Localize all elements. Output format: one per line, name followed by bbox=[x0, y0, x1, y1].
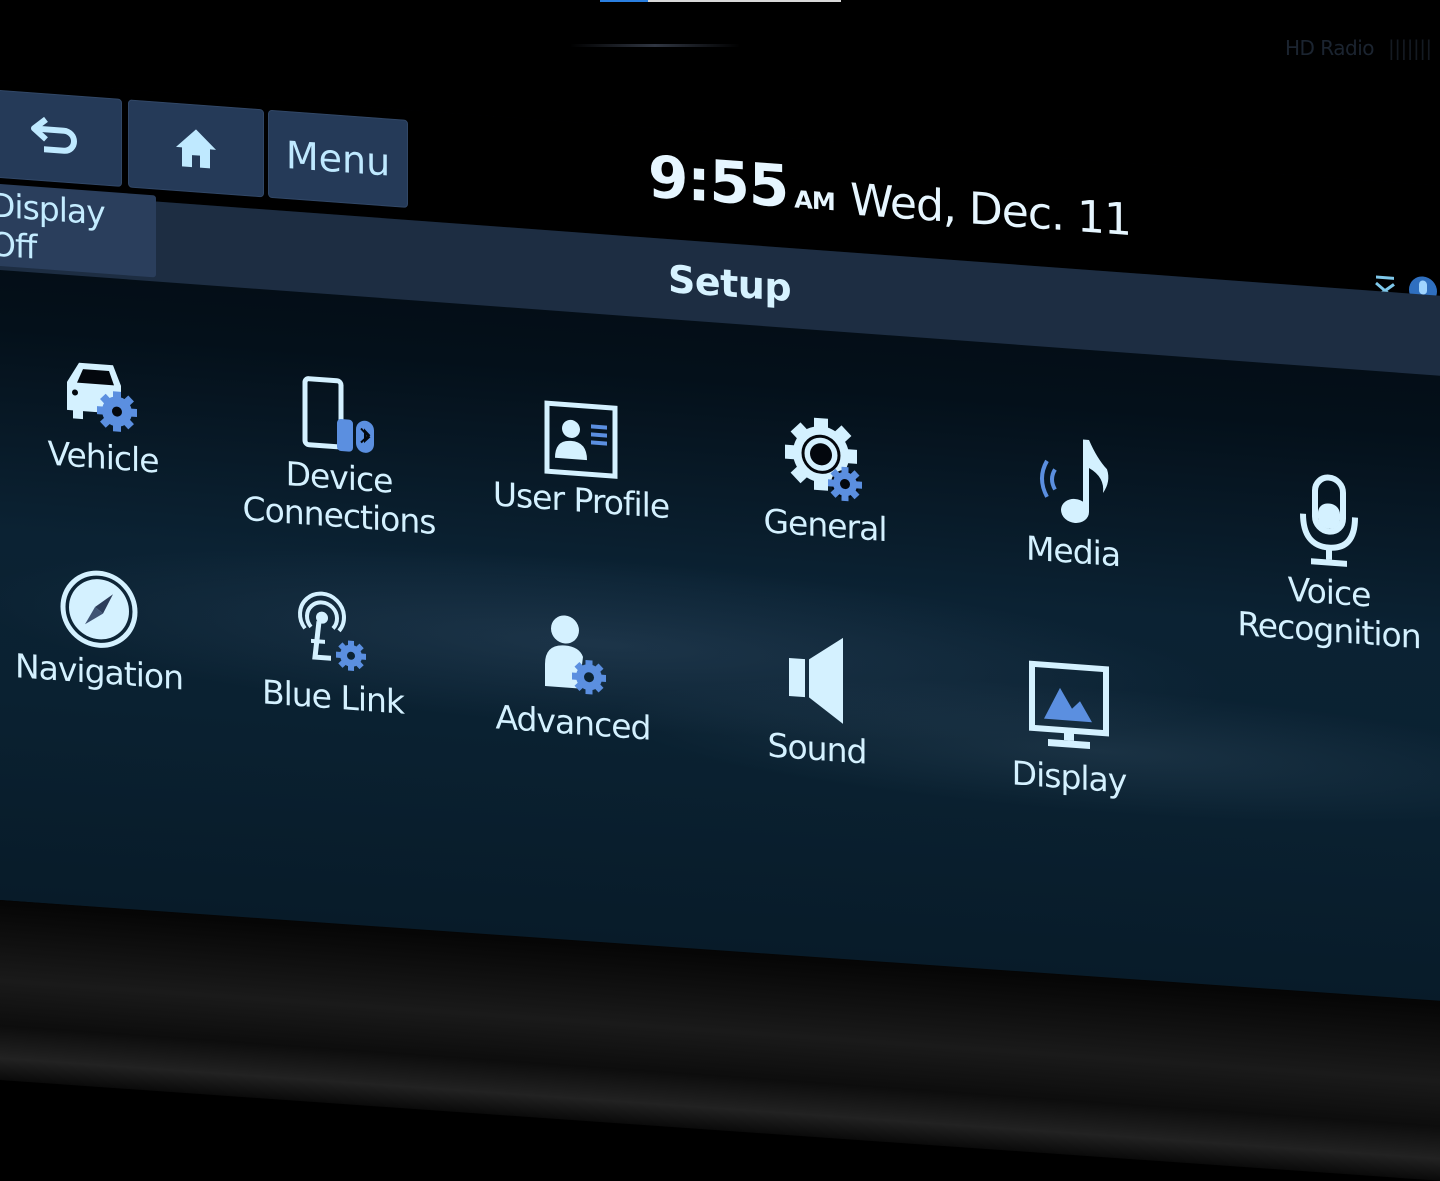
setup-item-blue-link[interactable]: Blue Link bbox=[218, 574, 448, 725]
back-button[interactable] bbox=[0, 89, 122, 187]
car-gear-icon bbox=[63, 340, 143, 438]
setup-item-navigation[interactable]: Navigation bbox=[0, 549, 214, 700]
setup-item-general[interactable]: General bbox=[710, 402, 940, 553]
gear-icon bbox=[783, 407, 867, 505]
home-icon bbox=[174, 125, 218, 172]
microphone-icon bbox=[1297, 474, 1361, 572]
person-gear-icon bbox=[535, 605, 611, 703]
clock-ampm: AM bbox=[794, 185, 835, 217]
setup-item-voice-recognition[interactable]: Voice Recognition bbox=[1214, 469, 1440, 658]
clock: 9:55 AM bbox=[648, 143, 835, 225]
setup-item-label: Voice Recognition bbox=[1237, 569, 1421, 657]
blue-link-gear-icon bbox=[295, 580, 371, 678]
setup-item-label: Device Connections bbox=[242, 453, 436, 542]
profile-card-icon bbox=[543, 383, 619, 481]
speaker-icon bbox=[785, 632, 849, 729]
page-title: Setup bbox=[668, 257, 792, 311]
back-arrow-icon bbox=[30, 114, 82, 162]
bezel-reflection bbox=[570, 44, 740, 47]
music-note-icon bbox=[1033, 434, 1113, 532]
display-off-label: Display Off bbox=[0, 185, 105, 267]
setup-item-vehicle[interactable]: Vehicle bbox=[0, 334, 218, 485]
compass-icon bbox=[59, 554, 139, 652]
hd-radio-label: HD Radio bbox=[1285, 36, 1375, 60]
setup-item-display[interactable]: Display bbox=[954, 654, 1184, 805]
monitor-icon bbox=[1028, 659, 1110, 757]
setup-item-device-connections[interactable]: Device Connections bbox=[224, 354, 454, 543]
infotainment-screen: Menu 9:55 AM Wed, Dec. 11 Display Off Set… bbox=[0, 80, 1440, 1006]
menu-label: Menu bbox=[285, 132, 391, 185]
video-progress-fill bbox=[600, 0, 649, 2]
hd-radio-extra: ||||||| bbox=[1388, 36, 1432, 60]
home-button[interactable] bbox=[128, 99, 264, 198]
setup-item-label: Media bbox=[1025, 528, 1121, 575]
setup-item-advanced[interactable]: Advanced bbox=[458, 600, 688, 751]
display-off-button[interactable]: Display Off bbox=[0, 183, 156, 278]
setup-item-sound[interactable]: Sound bbox=[702, 626, 932, 777]
clock-time: 9:55 bbox=[648, 142, 789, 221]
video-progress-bar[interactable] bbox=[600, 0, 841, 2]
phone-usb-bluetooth-icon bbox=[299, 360, 379, 458]
setup-item-user-profile[interactable]: User Profile bbox=[466, 377, 696, 528]
setup-item-label: Sound bbox=[767, 725, 867, 772]
menu-button[interactable]: Menu bbox=[268, 109, 408, 208]
hd-radio-badge: HD Radio ||||||| bbox=[1285, 36, 1432, 60]
setup-item-media[interactable]: Media bbox=[958, 428, 1188, 579]
setup-item-label: Vehicle bbox=[47, 433, 159, 481]
